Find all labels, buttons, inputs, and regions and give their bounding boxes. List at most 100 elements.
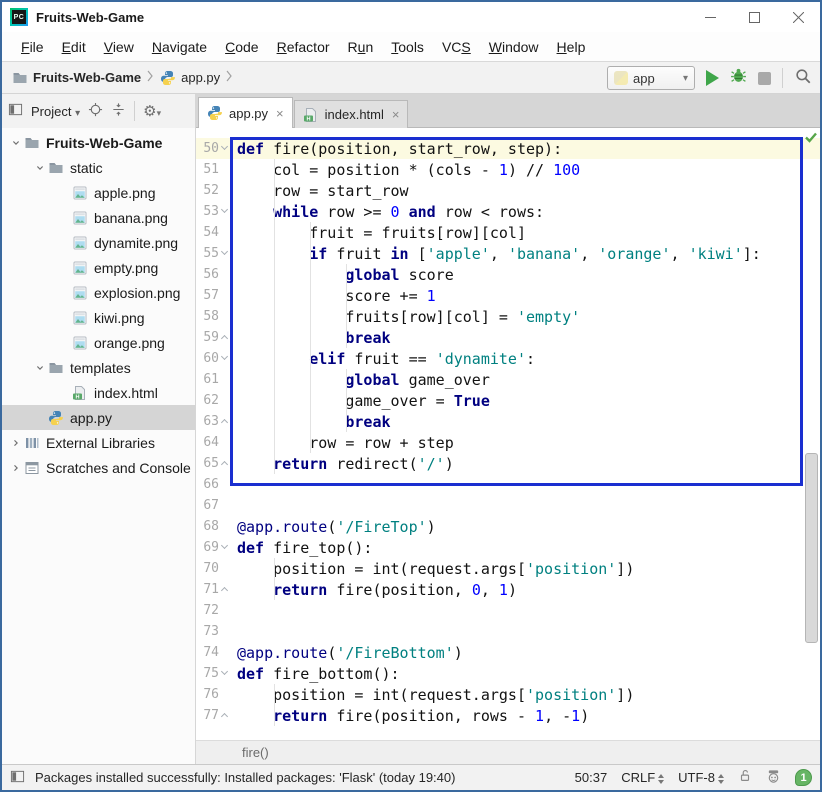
close-button[interactable] [776,2,820,32]
gutter[interactable]: 69 [196,537,232,558]
code-line-50[interactable]: 50def fire(position, start_row, step): [196,138,820,159]
gutter[interactable]: 62 [196,390,232,411]
close-tab-icon[interactable]: × [276,106,284,121]
breadcrumb-item[interactable]: app.py [181,70,220,85]
tree-item-app-py[interactable]: app.py [2,405,195,430]
chevron-down-icon[interactable] [32,162,48,174]
chevron-down-icon[interactable] [32,362,48,374]
minimize-button[interactable] [688,2,732,32]
menu-help[interactable]: Help [548,35,595,59]
code-line-65[interactable]: 65 return redirect('/') [196,453,820,474]
menu-tools[interactable]: Tools [382,35,433,59]
code-line-61[interactable]: 61 global game_over [196,369,820,390]
gutter[interactable]: 76 [196,684,232,705]
status-message[interactable]: Packages installed successfully: Install… [35,770,455,785]
code-line-51[interactable]: 51 col = position * (cols - 1) // 100 [196,159,820,180]
tree-item-dynamite-png[interactable]: dynamite.png [2,230,195,255]
chevron-down-icon[interactable] [8,137,24,149]
code-line-53[interactable]: 53 while row >= 0 and row < rows: [196,201,820,222]
line-separator-select[interactable]: CRLF [621,770,664,785]
collapse-all-icon[interactable] [111,102,126,120]
run-button[interactable] [706,70,719,86]
code-line-74[interactable]: 74@app.route('/FireBottom') [196,642,820,663]
gutter[interactable]: 59 [196,327,232,348]
code-line-75[interactable]: 75def fire_bottom(): [196,663,820,684]
readonly-lock-icon[interactable] [738,769,752,786]
locate-file-icon[interactable] [88,102,103,120]
stop-button[interactable] [758,72,771,85]
menu-refactor[interactable]: Refactor [268,35,339,59]
tree-item-static[interactable]: static [2,155,195,180]
gutter[interactable]: 58 [196,306,232,327]
gutter[interactable]: 56 [196,264,232,285]
code-line-69[interactable]: 69def fire_top(): [196,537,820,558]
tree-item-templates[interactable]: templates [2,355,195,380]
code-line-62[interactable]: 62 game_over = True [196,390,820,411]
menu-run[interactable]: Run [339,35,383,59]
code-line-66[interactable]: 66 [196,474,820,495]
code-line-73[interactable]: 73 [196,621,820,642]
gutter[interactable]: 75 [196,663,232,684]
inspection-ok-icon[interactable] [804,130,818,149]
chevron-right-icon[interactable] [8,437,24,449]
editor-body[interactable]: 50def fire(position, start_row, step):51… [196,128,820,740]
encoding-select[interactable]: UTF-8 [678,770,724,785]
editor-breadcrumb[interactable]: fire() [196,740,820,764]
menu-navigate[interactable]: Navigate [143,35,216,59]
highlighting-level-icon[interactable] [766,769,781,787]
gutter[interactable]: 64 [196,432,232,453]
gutter[interactable]: 67 [196,495,232,516]
fold-marker-icon[interactable] [219,327,232,348]
menu-edit[interactable]: Edit [53,35,95,59]
chevron-right-icon[interactable] [8,462,24,474]
tree-item-kiwi-png[interactable]: kiwi.png [2,305,195,330]
fold-marker-icon[interactable] [219,579,232,600]
gutter[interactable]: 71 [196,579,232,600]
panel-settings-gear-icon[interactable]: ⚙▾ [143,104,161,119]
code-line-67[interactable]: 67 [196,495,820,516]
gutter[interactable]: 61 [196,369,232,390]
code-line-58[interactable]: 58 fruits[row][col] = 'empty' [196,306,820,327]
maximize-button[interactable] [732,2,776,32]
tab-index-html[interactable]: Hindex.html× [294,100,409,128]
code-line-52[interactable]: 52 row = start_row [196,180,820,201]
gutter[interactable]: 55 [196,243,232,264]
gutter[interactable]: 51 [196,159,232,180]
code-line-55[interactable]: 55 if fruit in ['apple', 'banana', 'oran… [196,243,820,264]
gutter[interactable]: 50 [196,138,232,159]
gutter[interactable]: 57 [196,285,232,306]
gutter[interactable]: 73 [196,621,232,642]
code-line-64[interactable]: 64 row = row + step [196,432,820,453]
fold-marker-icon[interactable] [219,348,232,369]
tree-item-orange-png[interactable]: orange.png [2,330,195,355]
menu-window[interactable]: Window [480,35,548,59]
code-line-60[interactable]: 60 elif fruit == 'dynamite': [196,348,820,369]
gutter[interactable]: 66 [196,474,232,495]
notifications-badge[interactable]: 1 [795,769,812,786]
fold-marker-icon[interactable] [219,537,232,558]
tree-item-explosion-png[interactable]: explosion.png [2,280,195,305]
gutter[interactable]: 60 [196,348,232,369]
gutter[interactable]: 72 [196,600,232,621]
gutter[interactable]: 54 [196,222,232,243]
breadcrumb-item[interactable]: Fruits-Web-Game [33,70,141,85]
tree-item-apple-png[interactable]: apple.png [2,180,195,205]
tree-item-empty-png[interactable]: empty.png [2,255,195,280]
debug-button[interactable] [730,67,747,89]
editor-scrollbar[interactable] [805,453,818,643]
search-everywhere-icon[interactable] [794,67,812,90]
gutter[interactable]: 68 [196,516,232,537]
tree-item-scratches-and-console[interactable]: Scratches and Console [2,455,195,480]
code-line-56[interactable]: 56 global score [196,264,820,285]
toggle-toolwindows-icon[interactable] [10,769,25,787]
fold-marker-icon[interactable] [219,201,232,222]
close-tab-icon[interactable]: × [392,107,400,122]
tree-item-index-html[interactable]: Hindex.html [2,380,195,405]
gutter[interactable]: 65 [196,453,232,474]
code-line-77[interactable]: 77 return fire(position, rows - 1, -1) [196,705,820,726]
gutter[interactable]: 70 [196,558,232,579]
code-line-71[interactable]: 71 return fire(position, 0, 1) [196,579,820,600]
code-line-54[interactable]: 54 fruit = fruits[row][col] [196,222,820,243]
fold-marker-icon[interactable] [219,411,232,432]
menu-file[interactable]: File [12,35,53,59]
